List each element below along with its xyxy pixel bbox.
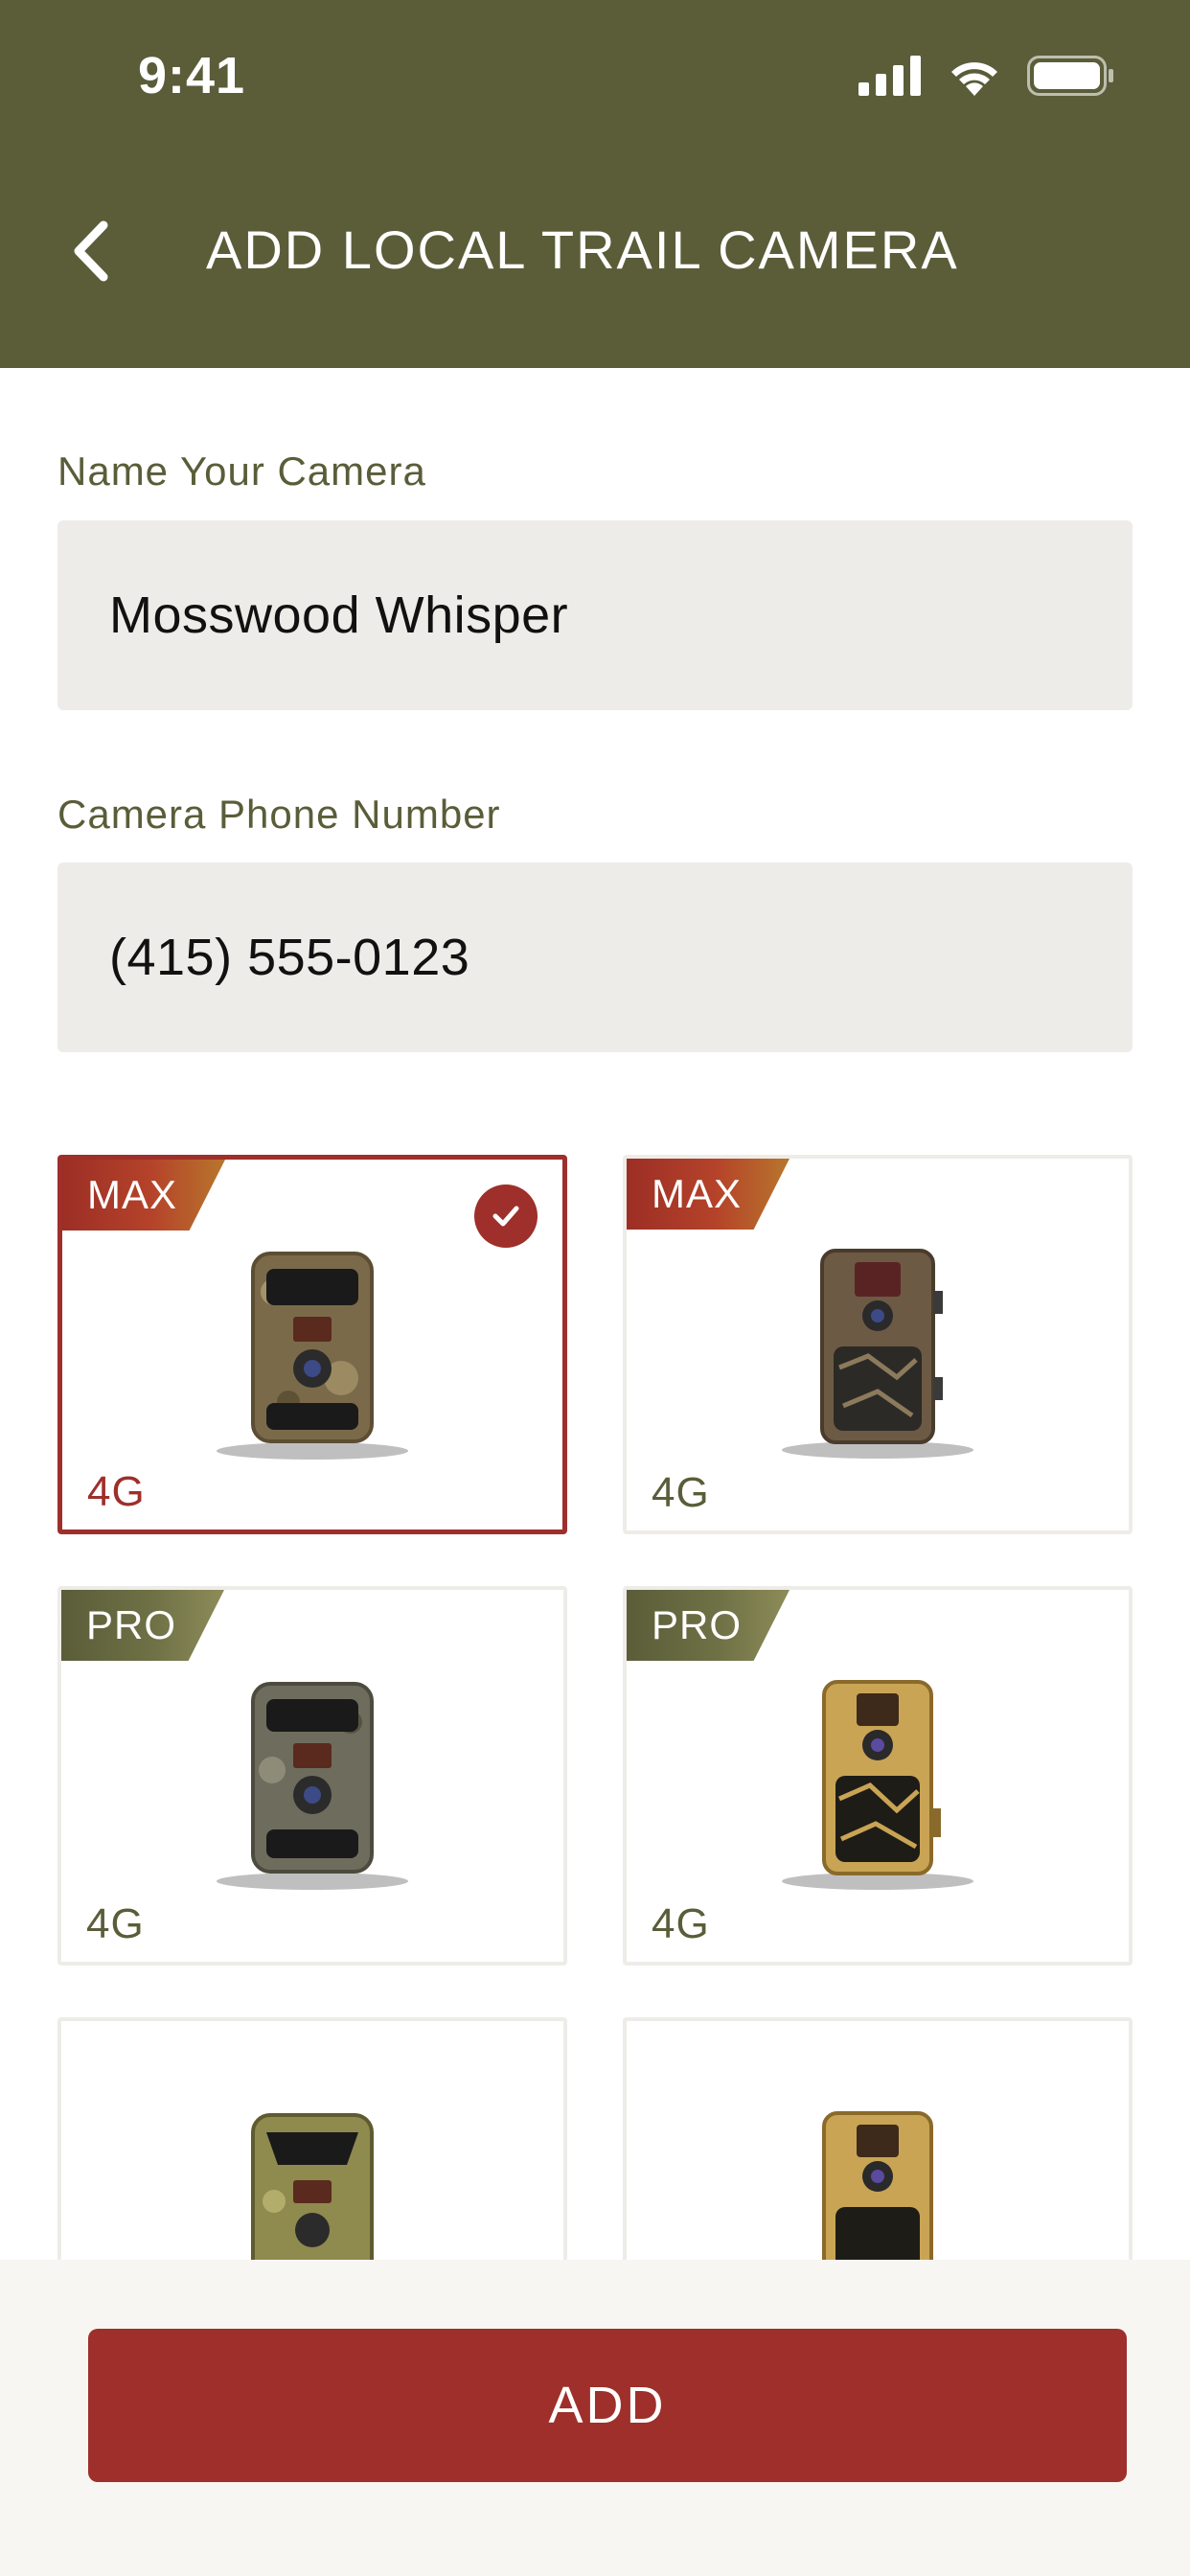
check-icon <box>474 1184 538 1248</box>
camera-image <box>217 1252 408 1460</box>
camera-badge: MAX <box>627 1159 790 1230</box>
name-label: Name Your Camera <box>57 448 426 494</box>
camera-card[interactable]: MAX 4G <box>57 1155 567 1534</box>
camera-image <box>217 1682 408 1890</box>
name-value: Mosswood Whisper <box>109 586 569 644</box>
camera-badge: PRO <box>61 1590 224 1661</box>
phone-field[interactable]: (415) 555-0123 <box>57 862 1133 1052</box>
page-title: ADD LOCAL TRAIL CAMERA <box>206 219 959 280</box>
wifi-icon <box>951 62 997 96</box>
camera-network: 4G <box>652 1469 710 1516</box>
battery-icon <box>1027 56 1113 96</box>
name-field[interactable]: Mosswood Whisper <box>57 520 1133 710</box>
camera-card[interactable]: MAX 4G <box>623 1155 1133 1534</box>
camera-network: 4G <box>87 1468 146 1515</box>
camera-badge: MAX <box>62 1160 225 1230</box>
camera-card[interactable]: PRO 4G <box>623 1586 1133 1966</box>
camera-network: 4G <box>652 1900 710 1947</box>
camera-card[interactable]: PRO 4G <box>57 1586 567 1966</box>
status-icons <box>858 56 1115 96</box>
camera-image <box>782 1249 973 1459</box>
camera-badge: PRO <box>627 1590 790 1661</box>
camera-image <box>782 1680 973 1890</box>
add-button[interactable]: ADD <box>88 2329 1127 2482</box>
camera-network: 4G <box>86 1900 145 1947</box>
status-time: 9:41 <box>138 47 246 104</box>
phone-value: (415) 555-0123 <box>109 929 470 986</box>
phone-label: Camera Phone Number <box>57 792 501 837</box>
back-chevron-icon <box>74 220 108 282</box>
app-header: 9:41 ADD LOCAL TRAIL CAMERA <box>0 0 1190 368</box>
back-button[interactable] <box>69 213 126 289</box>
footer-bar: ADD <box>0 2260 1190 2576</box>
signal-icon <box>858 56 921 96</box>
